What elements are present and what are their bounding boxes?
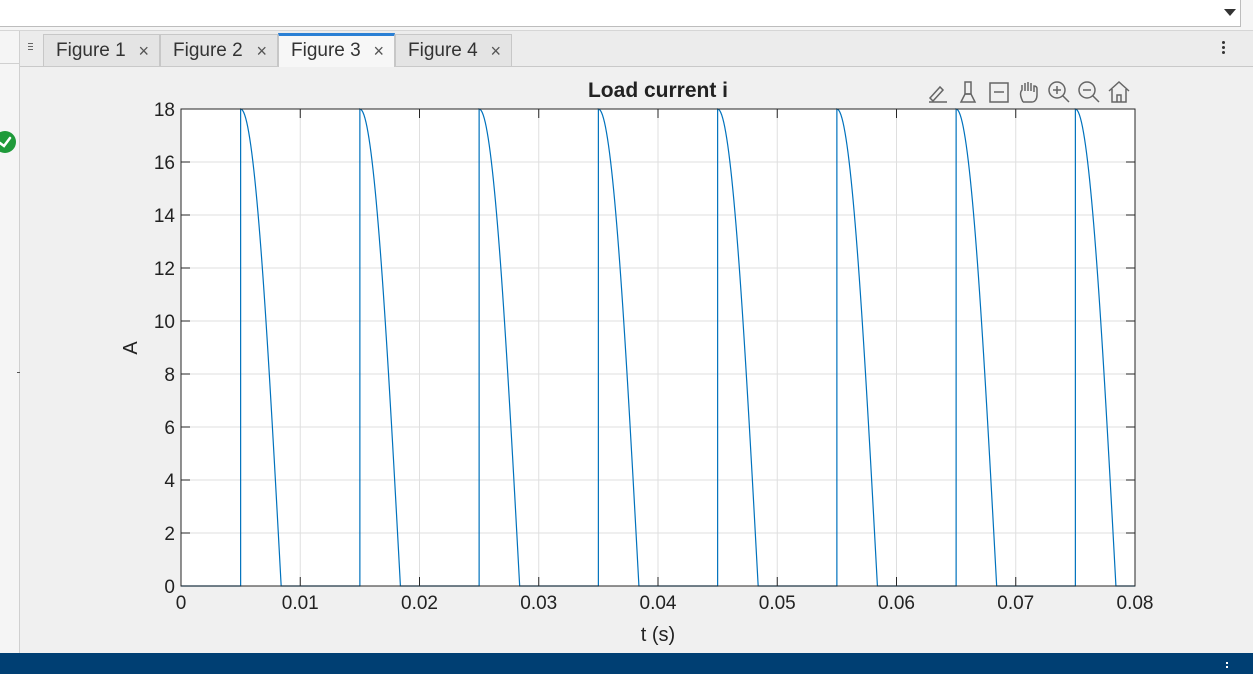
- chevron-down-icon[interactable]: [1224, 9, 1236, 16]
- left-gutter: [0, 31, 20, 653]
- x-tick-label: 0.07: [997, 593, 1034, 614]
- y-tick-label: 16: [154, 153, 175, 174]
- x-tick-label: 0.01: [282, 593, 319, 614]
- close-icon[interactable]: ×: [256, 35, 267, 67]
- x-tick-label: 0: [176, 593, 187, 614]
- path-combobox[interactable]: [0, 0, 1241, 27]
- tab-figure-4[interactable]: Figure 4 ×: [395, 34, 512, 66]
- close-icon[interactable]: ×: [373, 36, 384, 66]
- x-tick-label: 0.03: [520, 593, 557, 614]
- gutter-divider: [0, 63, 19, 64]
- y-tick-label: 14: [154, 206, 176, 227]
- line-chart[interactable]: 0 0.01 0.02 0.03 0.04 0.05 0.06 0.07 0.08 0 2 4 6 8 10…: [20, 67, 1253, 653]
- grip-icon[interactable]: [28, 43, 34, 53]
- tab-figure-3[interactable]: Figure 3 ×: [278, 33, 395, 67]
- tab-label: Figure 4: [408, 40, 478, 61]
- figure-tab-strip: Figure 1 × Figure 2 × Figure 3 × Figure …: [20, 31, 1253, 67]
- y-tick-label: 12: [154, 259, 175, 280]
- y-tick-label: 8: [164, 365, 175, 386]
- x-axis-label: t (s): [641, 624, 675, 646]
- close-icon[interactable]: ×: [490, 35, 501, 67]
- check-circle-icon: [0, 131, 16, 153]
- x-tick-label: 0.02: [401, 593, 438, 614]
- tab-label: Figure 1: [56, 40, 126, 61]
- x-tick-label: 0.06: [878, 593, 915, 614]
- y-tick-label: 2: [164, 524, 175, 545]
- y-tick-label: 4: [164, 471, 175, 492]
- y-tick-label: 18: [154, 100, 175, 121]
- more-options-icon[interactable]: [1222, 41, 1225, 55]
- x-tick-label: 0.08: [1117, 593, 1154, 614]
- tab-figure-1[interactable]: Figure 1 ×: [43, 34, 160, 66]
- x-tick-label: 0.04: [640, 593, 677, 614]
- tab-label: Figure 2: [173, 40, 243, 61]
- y-axis-label: A: [120, 341, 142, 355]
- status-bar: [0, 653, 1253, 674]
- top-bar: [0, 0, 1253, 31]
- tab-figure-2[interactable]: Figure 2 ×: [160, 34, 278, 66]
- y-tick-label: 10: [154, 312, 175, 333]
- status-more-icon[interactable]: [1226, 662, 1229, 670]
- figure-canvas: Load current i 0 0.01 0.02 0.03 0.04 0.05 0.06…: [20, 67, 1253, 653]
- close-icon[interactable]: ×: [138, 35, 149, 67]
- tab-label: Figure 3: [291, 40, 361, 61]
- y-tick-label: 6: [164, 418, 175, 439]
- x-tick-label: 0.05: [759, 593, 796, 614]
- y-tick-label: 0: [164, 577, 175, 598]
